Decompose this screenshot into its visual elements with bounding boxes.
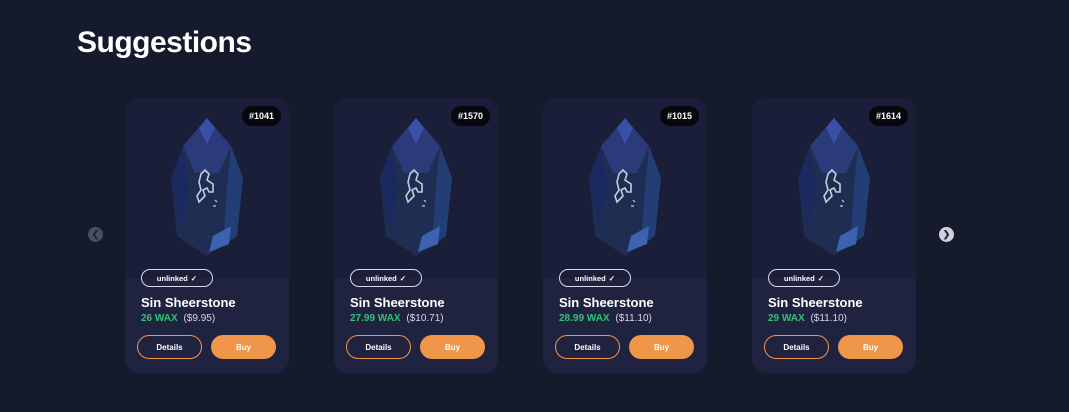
product-image[interactable]: #1041 (125, 98, 289, 278)
details-button[interactable]: Details (555, 335, 620, 359)
price-usd: ($9.95) (183, 313, 216, 324)
status-label: unlinked (365, 273, 397, 283)
price: 26 WAX ($9.95) (141, 313, 215, 324)
status-badge: unlinked ✓ (768, 269, 840, 287)
product-image[interactable]: #1015 (543, 98, 707, 278)
product-card[interactable]: #1041 unlinked ✓ Sin Sheerstone 26 WAX (… (125, 98, 289, 373)
product-image[interactable]: #1614 (752, 98, 916, 278)
status-badge: unlinked ✓ (559, 269, 631, 287)
status-badge: unlinked ✓ (141, 269, 213, 287)
crystal-image (380, 118, 452, 256)
price-wax: 26 WAX (141, 313, 178, 324)
section-title: Suggestions (77, 26, 252, 59)
crystal-image (798, 118, 870, 256)
details-button[interactable]: Details (346, 335, 411, 359)
asset-id-badge: #1041 (241, 106, 281, 126)
price-usd: ($11.10) (810, 313, 847, 324)
chevron-left-icon: ❮ (91, 229, 100, 239)
check-icon: ✓ (608, 273, 616, 283)
price-usd: ($11.10) (615, 313, 652, 324)
buy-button[interactable]: Buy (629, 335, 694, 359)
price-wax: 27.99 WAX (350, 313, 401, 324)
price-wax: 29 WAX (768, 313, 805, 324)
product-image[interactable]: #1570 (334, 98, 498, 278)
crystal-image (589, 118, 661, 256)
status-badge: unlinked ✓ (350, 269, 422, 287)
status-label: unlinked (783, 273, 815, 283)
product-card[interactable]: #1015 unlinked ✓ Sin Sheerstone 28.99 WA… (543, 98, 707, 373)
product-card[interactable]: #1614 unlinked ✓ Sin Sheerstone 29 WAX (… (752, 98, 916, 373)
price: 29 WAX ($11.10) (768, 313, 847, 324)
status-label: unlinked (156, 273, 188, 283)
details-button[interactable]: Details (137, 335, 202, 359)
carousel-prev-button[interactable]: ❮ (88, 227, 103, 242)
check-icon: ✓ (399, 273, 407, 283)
price-usd: ($10.71) (406, 313, 444, 324)
buy-button[interactable]: Buy (211, 335, 276, 359)
buy-button[interactable]: Buy (838, 335, 903, 359)
crystal-image (171, 118, 243, 256)
price: 27.99 WAX ($10.71) (350, 313, 444, 324)
product-name: Sin Sheerstone (141, 295, 236, 310)
price: 28.99 WAX ($11.10) (559, 313, 652, 324)
check-icon: ✓ (817, 273, 825, 283)
asset-id-badge: #1570 (450, 106, 490, 126)
asset-id-badge: #1614 (868, 106, 908, 126)
product-name: Sin Sheerstone (350, 295, 445, 310)
details-button[interactable]: Details (764, 335, 829, 359)
product-card[interactable]: #1570 unlinked ✓ Sin Sheerstone 27.99 WA… (334, 98, 498, 373)
chevron-right-icon: ❯ (942, 229, 951, 239)
carousel-next-button[interactable]: ❯ (939, 227, 954, 242)
price-wax: 28.99 WAX (559, 313, 610, 324)
product-name: Sin Sheerstone (559, 295, 654, 310)
status-label: unlinked (574, 273, 606, 283)
buy-button[interactable]: Buy (420, 335, 485, 359)
product-name: Sin Sheerstone (768, 295, 863, 310)
asset-id-badge: #1015 (659, 106, 699, 126)
check-icon: ✓ (190, 273, 198, 283)
